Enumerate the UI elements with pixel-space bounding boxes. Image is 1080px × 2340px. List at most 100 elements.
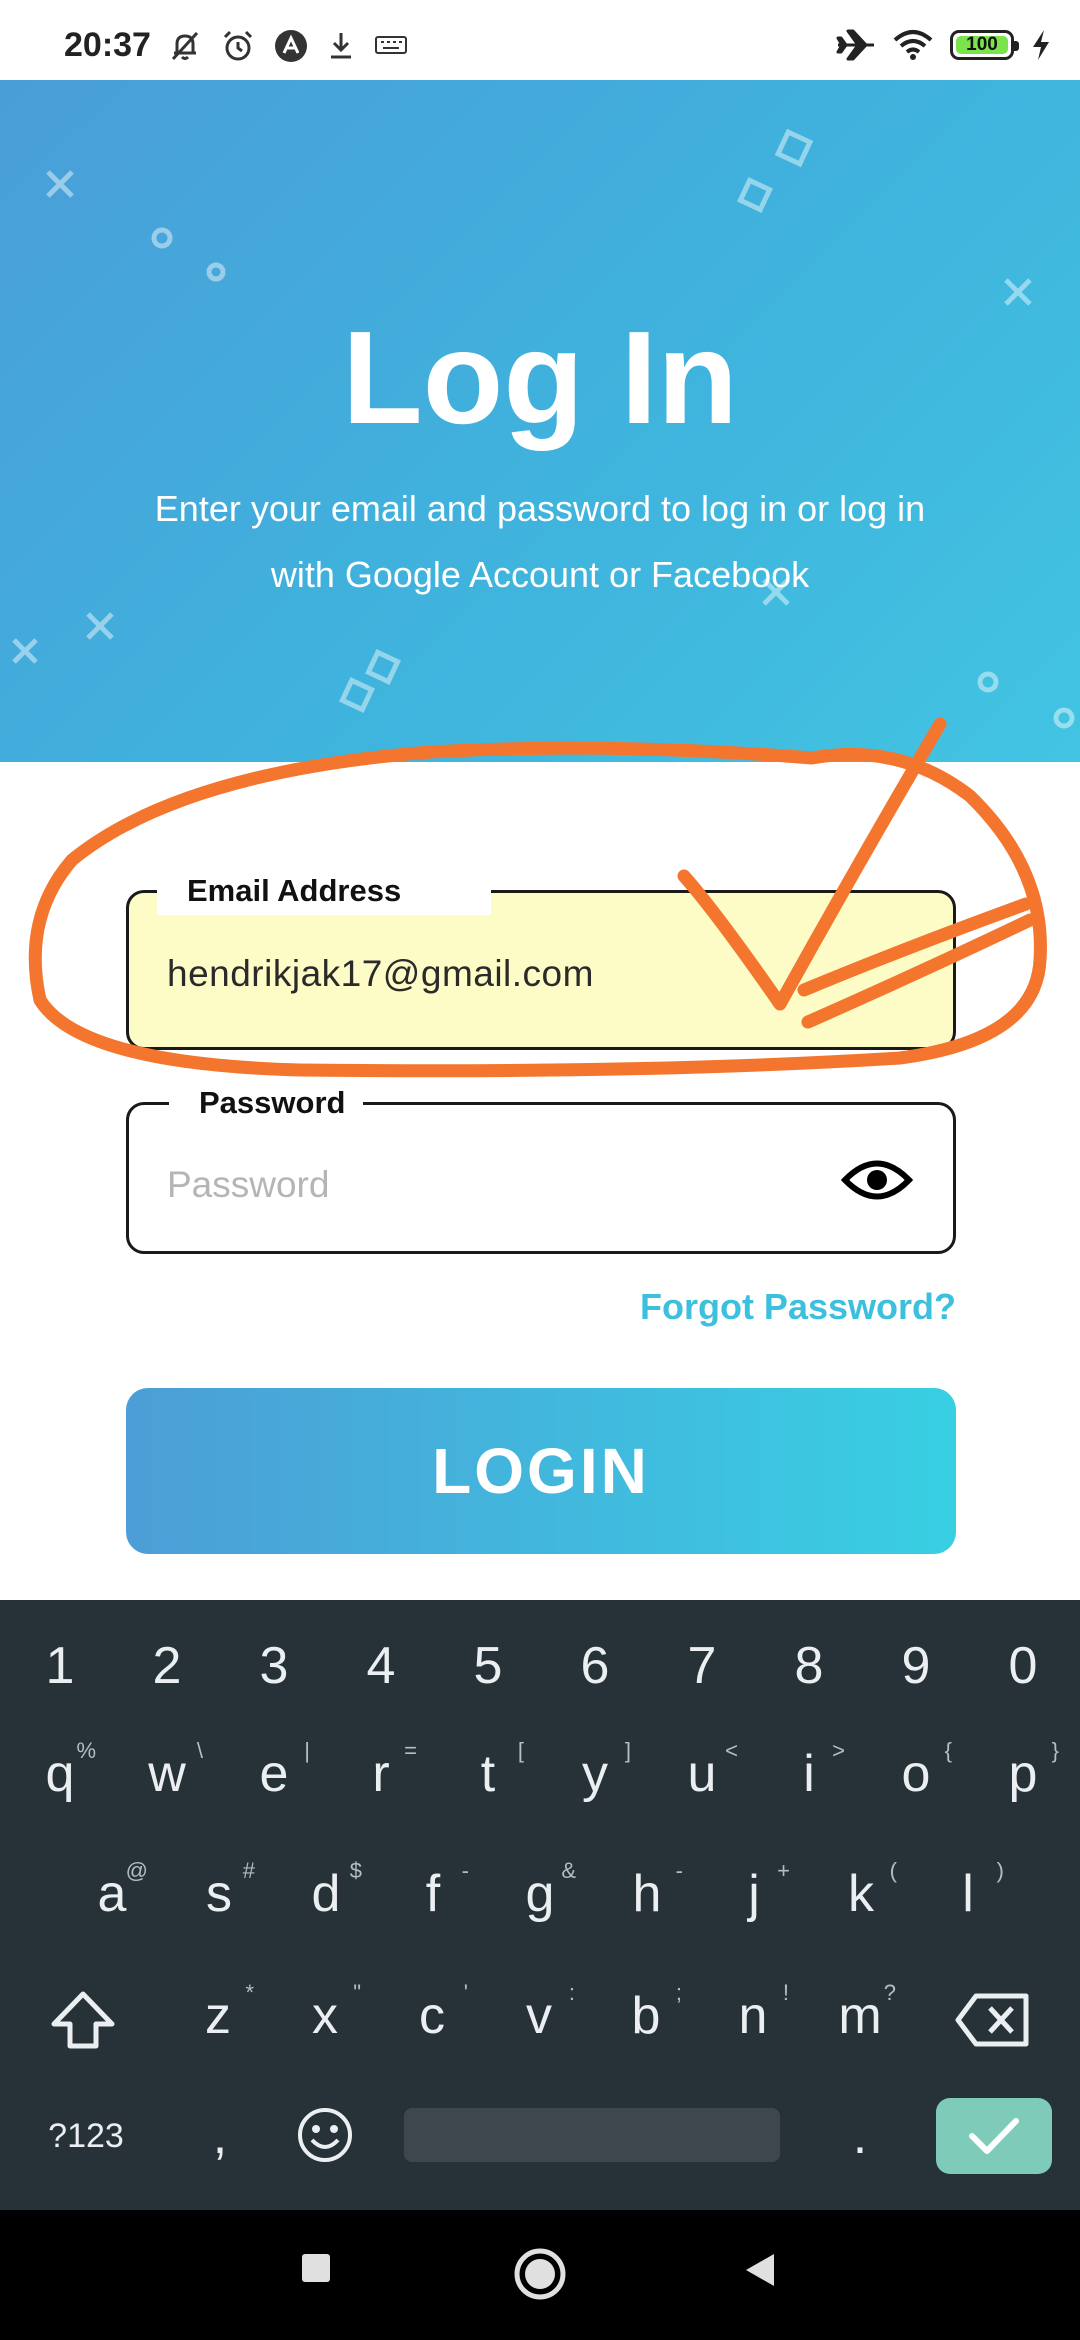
key-5[interactable]: 5: [438, 1616, 538, 1716]
key-s-label: s: [206, 1865, 232, 1923]
key-n[interactable]: n!: [703, 1966, 803, 2066]
status-time: 20:37: [64, 26, 151, 64]
key-m-label: m: [838, 1987, 882, 2045]
download-icon: [331, 33, 351, 59]
key-h[interactable]: h-: [597, 1844, 697, 1944]
key-7[interactable]: 7: [652, 1616, 752, 1716]
key-8-label: 8: [794, 1637, 824, 1695]
key-f[interactable]: f-: [383, 1844, 483, 1944]
eye-icon[interactable]: [841, 1155, 913, 1205]
key-c[interactable]: c ': [382, 1966, 482, 2066]
app-notification-icon: [275, 30, 307, 62]
key-g[interactable]: g &: [490, 1844, 590, 1944]
home-icon[interactable]: [512, 2246, 568, 2302]
key-m[interactable]: m?: [810, 1966, 910, 2066]
key-0[interactable]: 0: [973, 1616, 1073, 1716]
key-1-label: 1: [45, 1637, 75, 1695]
key-c-hint: ': [463, 1980, 468, 2005]
key-v-label: v: [526, 1987, 552, 2045]
key-d[interactable]: d $: [276, 1844, 376, 1944]
key-r[interactable]: r =: [331, 1724, 431, 1824]
back-icon[interactable]: [742, 2250, 778, 2290]
battery-icon: 100: [950, 30, 1019, 60]
key-j-label: j: [748, 1865, 760, 1923]
password-field-label: Password: [169, 1083, 364, 1127]
key-q[interactable]: q%: [10, 1724, 110, 1824]
charging-icon: [1033, 30, 1049, 60]
key-2-label: 2: [152, 1637, 182, 1695]
key-u-label: u: [687, 1745, 717, 1803]
key-s-hint: #: [242, 1858, 255, 1883]
page-subtitle-line1: Enter your email and password to log in …: [154, 488, 926, 529]
shift-key-icon[interactable]: [48, 1988, 118, 2052]
key-s[interactable]: s #: [169, 1844, 269, 1944]
enter-key[interactable]: [936, 2098, 1052, 2174]
key-4[interactable]: 4: [331, 1616, 431, 1716]
key-i-label: i: [803, 1745, 815, 1803]
key-8[interactable]: 8: [759, 1616, 859, 1716]
key-p-label: p: [1008, 1745, 1038, 1803]
key-o[interactable]: o{: [866, 1724, 966, 1824]
soft-keyboard: 1234567890 q% w \ e | r = t[y] u < i > o{p} a @ s # d $ f -…: [0, 1600, 1080, 2210]
email-field-label: Email Address: [157, 871, 491, 915]
key-b[interactable]: b;: [596, 1966, 696, 2066]
password-field[interactable]: Password: [126, 1083, 956, 1254]
status-bar: 20:37 100: [0, 0, 1080, 80]
key-r-label: r: [372, 1745, 390, 1803]
wifi-icon: [893, 30, 933, 60]
key-z-hint: *: [245, 1980, 254, 2005]
key-y[interactable]: y]: [545, 1724, 645, 1824]
spacebar[interactable]: [404, 2108, 780, 2162]
key-t-label: t: [480, 1745, 496, 1803]
emoji-icon[interactable]: [296, 2106, 354, 2164]
key-i[interactable]: i >: [759, 1724, 859, 1824]
key-e[interactable]: e |: [224, 1724, 324, 1824]
key-v[interactable]: v:: [489, 1966, 589, 2066]
email-field-value[interactable]: hendrikjak17@gmail.com: [167, 953, 594, 995]
battery-level: 100: [966, 34, 998, 55]
key-b-hint: ;: [675, 1980, 682, 2005]
key-l[interactable]: l): [918, 1844, 1018, 1944]
key-a[interactable]: a @: [62, 1844, 162, 1944]
forgot-password-link[interactable]: Forgot Password?: [640, 1286, 956, 1328]
key-9[interactable]: 9: [866, 1616, 966, 1716]
keyboard-icon: [375, 36, 407, 54]
key-j[interactable]: j +: [704, 1844, 804, 1944]
symbols-key[interactable]: ?123: [26, 2086, 146, 2186]
key-q-hint: %: [76, 1738, 96, 1763]
key-z-label: z: [205, 1987, 231, 2045]
navigation-bar: [0, 2210, 1080, 2340]
key-5-label: 5: [473, 1637, 503, 1695]
key-i-hint: >: [832, 1738, 845, 1763]
key-2[interactable]: 2: [117, 1616, 217, 1716]
key-6[interactable]: 6: [545, 1616, 645, 1716]
key-t[interactable]: t[: [438, 1724, 538, 1824]
key-m-hint: ?: [883, 1980, 896, 2005]
key-r-hint: =: [404, 1738, 417, 1763]
email-field[interactable]: Email Address hendrikjak17@gmail.com: [126, 871, 956, 1050]
key-p[interactable]: p}: [973, 1724, 1073, 1824]
comma-key[interactable]: ,: [170, 2086, 270, 2186]
key-h-hint: -: [675, 1858, 683, 1883]
key-3[interactable]: 3: [224, 1616, 324, 1716]
key-d-label: d: [311, 1865, 341, 1923]
key-z[interactable]: z *: [168, 1966, 268, 2066]
key-j-hint: +: [777, 1858, 790, 1883]
period-key[interactable]: .: [810, 2086, 910, 2186]
page-subtitle-line2: with Google Account or Facebook: [270, 554, 810, 595]
key-u[interactable]: u <: [652, 1724, 752, 1824]
password-input[interactable]: [167, 1157, 807, 1213]
key-x[interactable]: x ": [275, 1966, 375, 2066]
key-o-hint: {: [944, 1738, 952, 1763]
recents-icon[interactable]: [298, 2250, 334, 2286]
page-subtitle: Enter your email and password to log in …: [110, 476, 970, 608]
key-1[interactable]: 1: [10, 1616, 110, 1716]
login-button[interactable]: LOGIN: [126, 1388, 956, 1554]
key-9-label: 9: [901, 1637, 931, 1695]
key-w[interactable]: w \: [117, 1724, 217, 1824]
key-k[interactable]: k(: [811, 1844, 911, 1944]
login-header-banner: Log In Enter your email and password to …: [0, 80, 1080, 762]
backspace-icon[interactable]: [954, 1992, 1030, 2048]
key-4-label: 4: [366, 1637, 396, 1695]
key-a-hint: @: [125, 1858, 148, 1883]
